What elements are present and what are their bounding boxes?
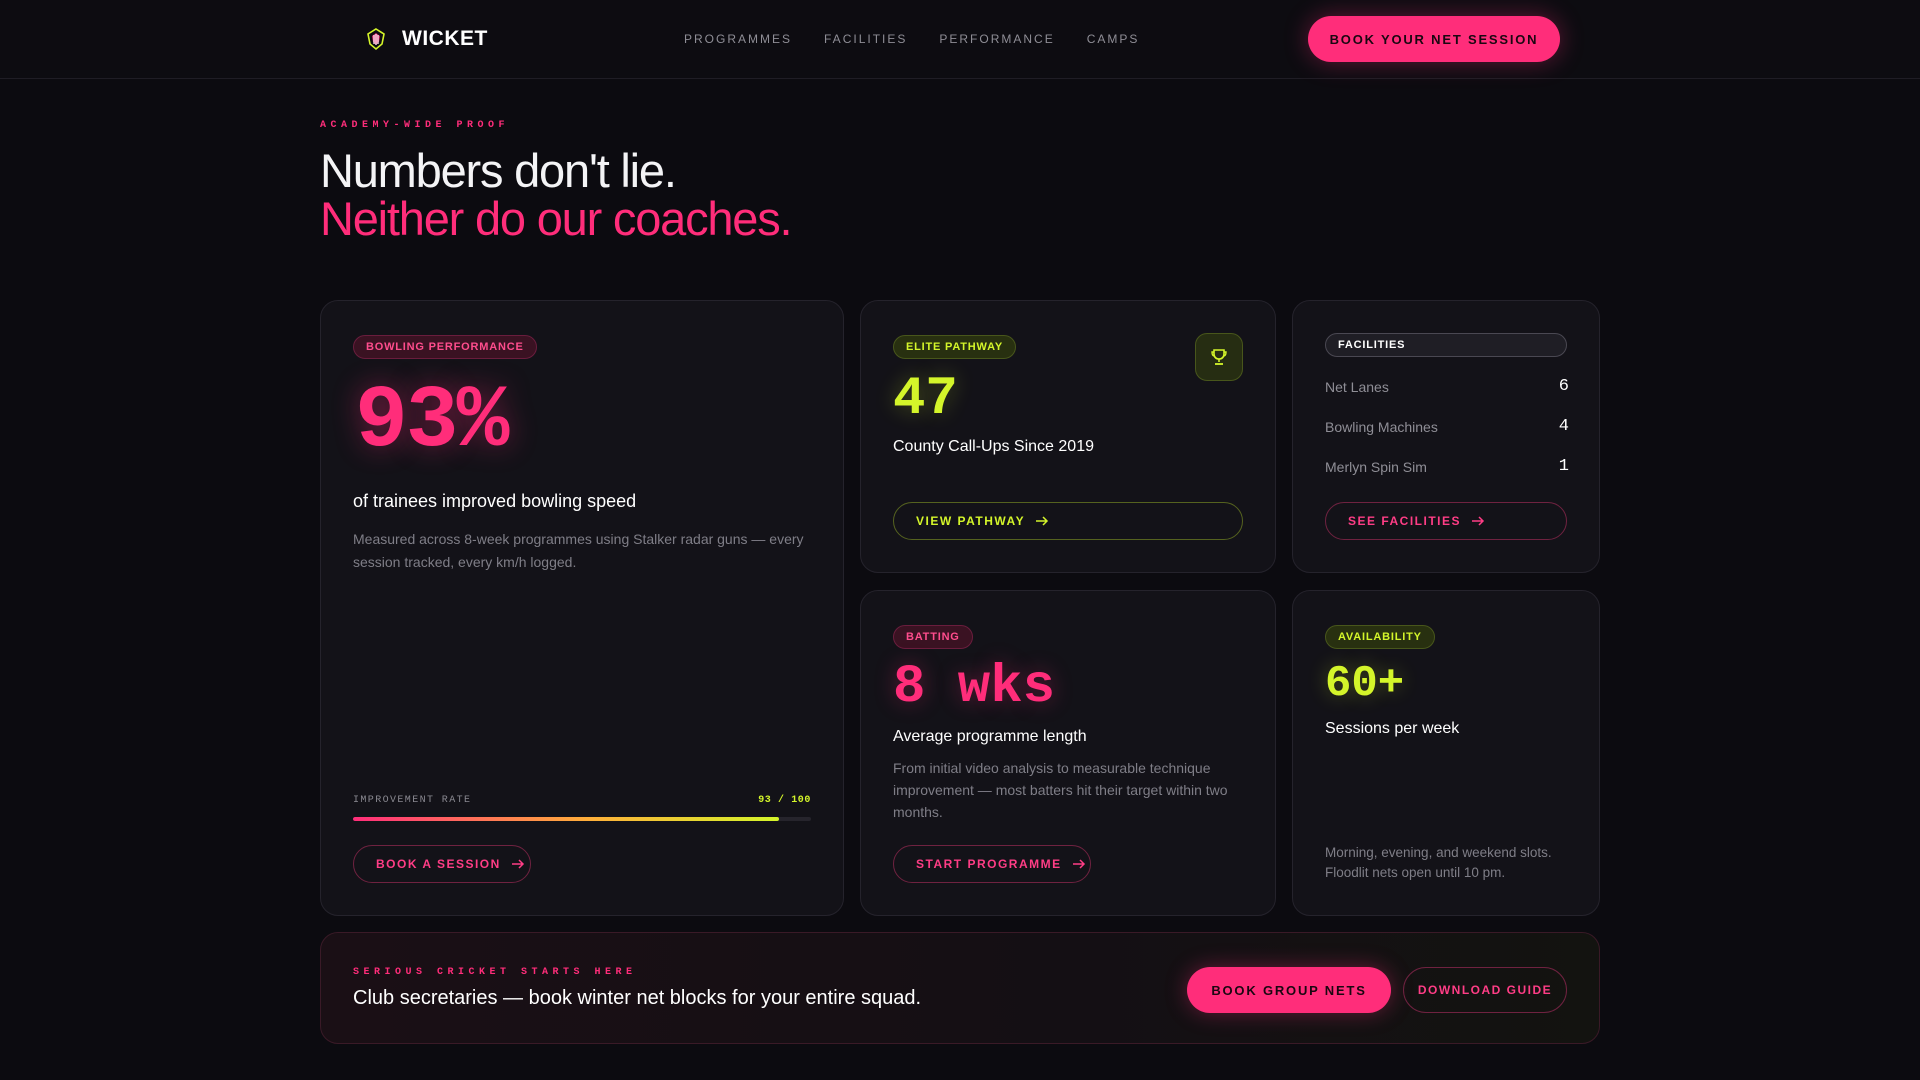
facility-label: Merlyn Spin Sim: [1325, 458, 1427, 475]
facility-value: 1: [1558, 457, 1569, 476]
elite-pathway-card: ELITE PATHWAY 47 County Call-Ups Since 2…: [860, 300, 1276, 573]
facility-row: Net Lanes 6: [1325, 377, 1569, 396]
batting-tag: BATTING: [893, 625, 973, 649]
arrow-right-icon: [1472, 516, 1485, 526]
wicket-logo-icon: [367, 28, 385, 51]
bowling-performance-card: BOWLING PERFORMANCE 93% of trainees impr…: [320, 300, 844, 916]
bowling-description: Measured across 8-week programmes using …: [353, 531, 804, 570]
see-facilities-button[interactable]: SEE FACILITIES: [1325, 502, 1567, 540]
improvement-rate-value: 93 / 100: [758, 795, 811, 806]
improvement-rate-label: IMPROVEMENT RATE: [353, 795, 472, 806]
nav-link-performance[interactable]: PERFORMANCE: [939, 32, 1054, 46]
main-nav: PROGRAMMES FACILITIES PERFORMANCE CAMPS: [684, 32, 1139, 46]
batting-subtitle: Average programme length: [893, 728, 1087, 745]
improvement-rate-bar: [353, 817, 811, 821]
arrow-right-icon: [511, 859, 524, 869]
page-title-accent: Neither do our coaches.: [320, 192, 793, 245]
facility-label: Net Lanes: [1325, 378, 1389, 395]
availability-description: Morning, evening, and weekend slots. Flo…: [1325, 845, 1552, 880]
pathway-subtitle: County Call-Ups Since 2019: [893, 438, 1094, 455]
start-programme-label: START PROGRAMME: [916, 857, 1062, 871]
bowling-stat: 93%: [355, 373, 509, 472]
group-booking-banner: SERIOUS CRICKET STARTS HERE Club secreta…: [320, 932, 1600, 1044]
facilities-tag: FACILITIES: [1325, 333, 1567, 357]
book-a-session-button[interactable]: BOOK A SESSION: [353, 845, 531, 883]
view-pathway-button[interactable]: VIEW PATHWAY: [893, 502, 1243, 540]
start-programme-button[interactable]: START PROGRAMME: [893, 845, 1091, 883]
arrow-right-icon: [1072, 859, 1085, 869]
batting-description: From initial video analysis to measurabl…: [893, 760, 1228, 820]
book-group-nets-button[interactable]: BOOK GROUP NETS: [1187, 967, 1391, 1013]
page-title: Numbers don't lie.: [320, 144, 677, 197]
view-pathway-label: VIEW PATHWAY: [916, 514, 1026, 528]
facilities-card: FACILITIES Net Lanes 6 Bowling Machines …: [1292, 300, 1600, 573]
nav-link-programmes[interactable]: PROGRAMMES: [684, 32, 792, 46]
batting-stat: 8 wks: [893, 657, 1056, 718]
section-eyebrow: ACADEMY-WIDE PROOF: [320, 120, 510, 131]
availability-stat: 60+: [1325, 659, 1405, 709]
facility-value: 4: [1558, 417, 1569, 436]
brand-name: WICKET: [402, 27, 488, 50]
facility-row: Bowling Machines 4: [1325, 417, 1569, 436]
arrow-right-icon: [1036, 516, 1049, 526]
batting-card: BATTING 8 wks Average programme length F…: [860, 590, 1276, 916]
pathway-stat: 47: [893, 369, 958, 430]
top-nav: WICKET PROGRAMMES FACILITIES PERFORMANCE…: [0, 0, 1920, 79]
bowling-performance-tag: BOWLING PERFORMANCE: [353, 335, 537, 359]
bowling-subtitle: of trainees improved bowling speed: [353, 491, 637, 511]
availability-card: AVAILABILITY 60+ Sessions per week Morni…: [1292, 590, 1600, 916]
facility-label: Bowling Machines: [1325, 418, 1438, 435]
facility-row: Merlyn Spin Sim 1: [1325, 457, 1569, 476]
trophy-icon: [1195, 333, 1243, 381]
facility-value: 6: [1558, 377, 1569, 396]
book-a-session-label: BOOK A SESSION: [376, 857, 501, 871]
banner-text: Club secretaries — book winter net block…: [353, 987, 922, 1009]
availability-subtitle: Sessions per week: [1325, 720, 1460, 737]
improvement-rate-fill: [353, 817, 779, 821]
download-guide-button[interactable]: DOWNLOAD GUIDE: [1403, 967, 1567, 1013]
banner-eyebrow: SERIOUS CRICKET STARTS HERE: [353, 967, 637, 978]
nav-link-facilities[interactable]: FACILITIES: [824, 32, 907, 46]
elite-pathway-tag: ELITE PATHWAY: [893, 335, 1016, 359]
availability-tag: AVAILABILITY: [1325, 625, 1435, 649]
book-net-session-button[interactable]: BOOK YOUR NET SESSION: [1308, 16, 1560, 62]
see-facilities-label: SEE FACILITIES: [1348, 514, 1462, 528]
brand-logo-link[interactable]: WICKET: [364, 25, 488, 53]
nav-link-camps[interactable]: CAMPS: [1087, 32, 1140, 46]
